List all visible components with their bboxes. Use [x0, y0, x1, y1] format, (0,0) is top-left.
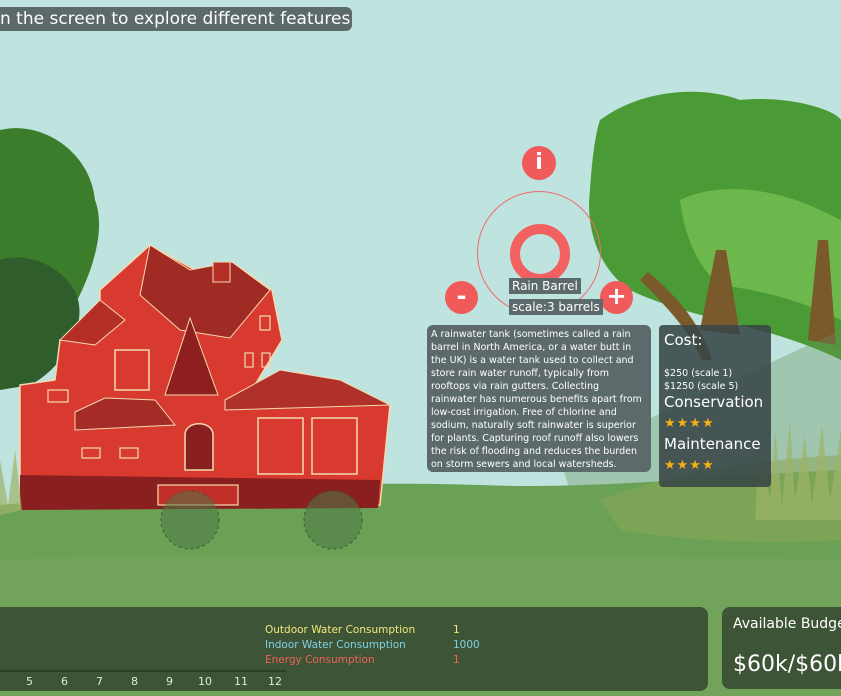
energy-value: 1 — [453, 654, 460, 666]
cost-line: $1250 (scale 5) — [664, 381, 739, 392]
cost-line: $250 (scale 1) — [664, 368, 733, 379]
feature-description: A rainwater tank (sometimes called a rai… — [427, 325, 651, 472]
tick-label: 9 — [166, 675, 173, 688]
indoor-water-label: Indoor Water Consumption — [265, 639, 406, 651]
outdoor-water-label: Outdoor Water Consumption — [265, 624, 416, 636]
conservation-stars: ★★★★ — [664, 416, 715, 431]
indoor-water-value: 1000 — [453, 639, 480, 651]
maintenance-stars: ★★★★ — [664, 458, 715, 473]
tick-label: 12 — [268, 675, 282, 688]
timeline-ticks: 5 6 7 8 9 10 11 12 — [0, 670, 290, 690]
tick-label: 7 — [96, 675, 103, 688]
energy-label: Energy Consumption — [265, 654, 375, 666]
feature-scale-label: scale:3 barrels — [509, 299, 603, 315]
budget-title: Available Budget — [733, 616, 841, 632]
outdoor-water-value: 1 — [453, 624, 460, 636]
tick-label: 10 — [198, 675, 212, 688]
increase-scale-button[interactable]: + — [600, 281, 633, 314]
feature-stats-panel: Cost: $250 (scale 1) $1250 (scale 5) Con… — [659, 325, 771, 487]
placement-slot[interactable] — [160, 490, 220, 550]
tick-label: 11 — [234, 675, 248, 688]
budget-value: $60k/$60k — [733, 652, 841, 677]
info-button[interactable]: i — [522, 146, 556, 180]
instruction-banner: n the screen to explore different featur… — [0, 7, 352, 31]
tick-label: 6 — [61, 675, 68, 688]
feature-name-label: Rain Barrel — [509, 278, 581, 294]
decrease-scale-button[interactable]: - — [445, 281, 478, 314]
tick-label: 5 — [26, 675, 33, 688]
cost-label: Cost: — [664, 331, 703, 349]
conservation-label: Conservation — [664, 393, 764, 411]
placement-slot[interactable] — [303, 490, 363, 550]
budget-panel: Available Budget $60k/$60k — [722, 607, 841, 689]
rain-barrel-marker[interactable] — [510, 224, 570, 284]
maintenance-label: Maintenance — [664, 435, 761, 453]
tick-label: 8 — [131, 675, 138, 688]
